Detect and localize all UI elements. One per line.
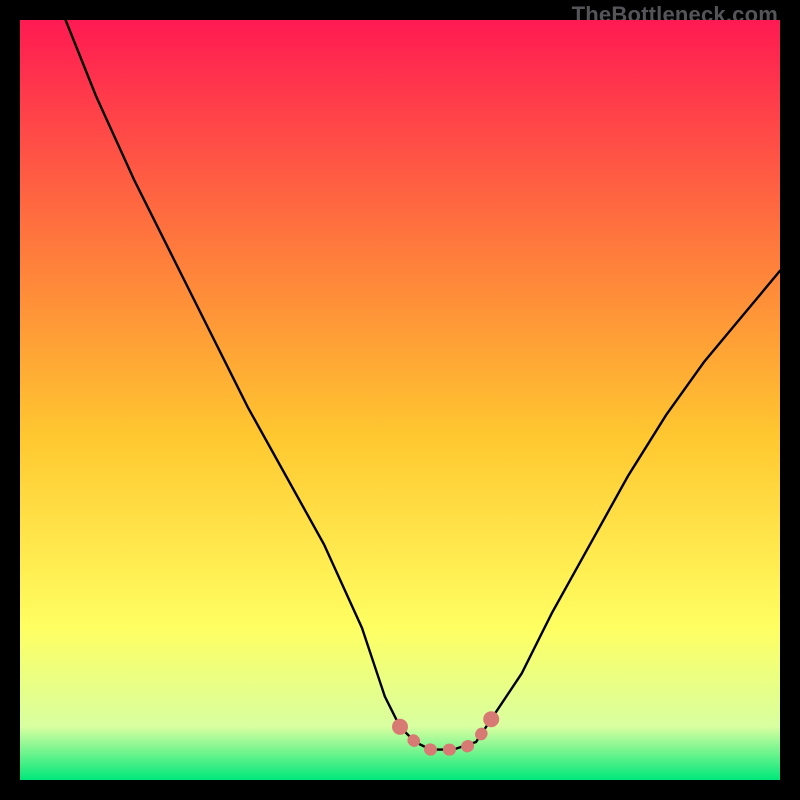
chart-frame: TheBottleneck.com — [0, 0, 800, 800]
gradient-background — [20, 20, 780, 780]
bottleneck-chart — [20, 20, 780, 780]
bottleneck-zone-endpoint — [392, 719, 408, 735]
bottleneck-zone-endpoint — [483, 711, 499, 727]
